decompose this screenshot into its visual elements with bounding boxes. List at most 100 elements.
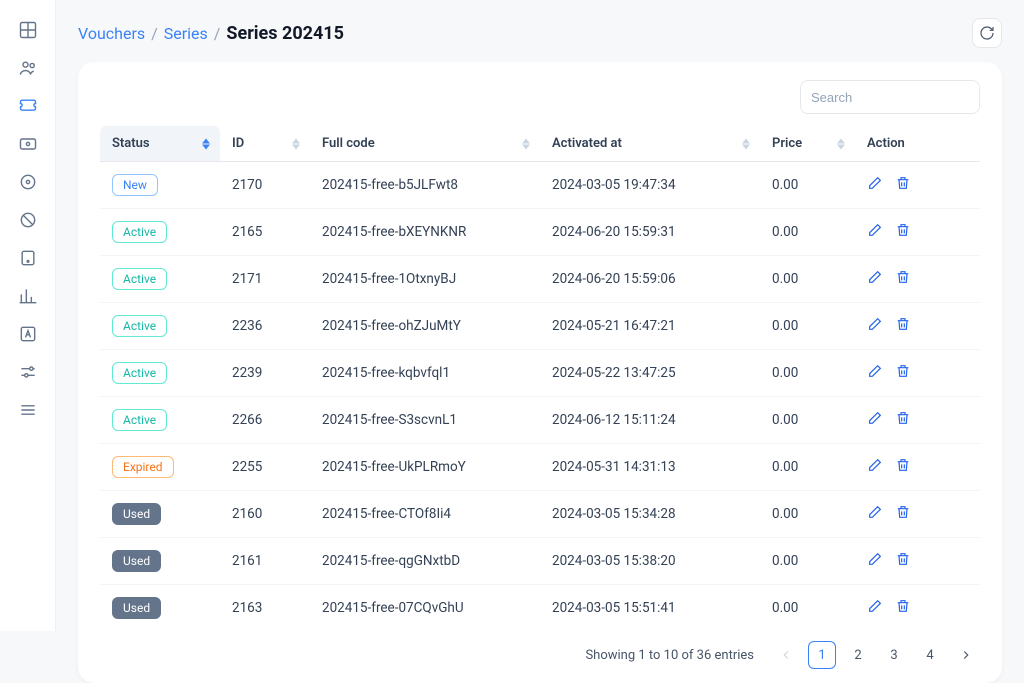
col-activated[interactable]: Activated at — [540, 126, 760, 162]
device-icon[interactable] — [18, 248, 38, 268]
ticket-icon[interactable] — [18, 96, 38, 116]
cell-code: 202415-free-kqbvfql1 — [310, 350, 540, 397]
trash-icon — [895, 222, 911, 242]
page-1[interactable]: 1 — [808, 641, 836, 669]
breadcrumb-mid[interactable]: Series — [164, 24, 208, 43]
chevron-right-icon — [959, 648, 973, 662]
table-row: Used2163202415-free-07CQvGhU2024-03-05 1… — [100, 585, 980, 632]
trash-icon — [895, 551, 911, 571]
pencil-icon — [867, 410, 883, 430]
pencil-icon — [867, 316, 883, 336]
status-badge: Used — [112, 597, 161, 619]
col-action: Action — [855, 126, 980, 162]
cell-activated: 2024-06-20 15:59:31 — [540, 209, 760, 256]
pencil-icon — [867, 175, 883, 195]
sort-icon — [837, 138, 845, 149]
status-badge: Active — [112, 221, 167, 243]
page-3[interactable]: 3 — [880, 641, 908, 669]
menu-icon[interactable] — [18, 400, 38, 420]
entries-summary: Showing 1 to 10 of 36 entries — [585, 648, 754, 663]
status-badge: Active — [112, 409, 167, 431]
col-status[interactable]: Status — [100, 126, 220, 162]
edit-button[interactable] — [867, 222, 883, 242]
delete-button[interactable] — [895, 222, 911, 242]
cell-activated: 2024-06-12 15:11:24 — [540, 397, 760, 444]
edit-button[interactable] — [867, 269, 883, 289]
table-row: Active2236202415-free-ohZJuMtY2024-05-21… — [100, 303, 980, 350]
cell-id: 2170 — [220, 162, 310, 209]
table-row: Used2161202415-free-qgGNxtbD2024-03-05 1… — [100, 538, 980, 585]
edit-button[interactable] — [867, 504, 883, 524]
cell-price: 0.00 — [760, 444, 855, 491]
cell-price: 0.00 — [760, 209, 855, 256]
delete-button[interactable] — [895, 269, 911, 289]
block-icon[interactable] — [18, 210, 38, 230]
cell-id: 2239 — [220, 350, 310, 397]
col-action-label: Action — [867, 136, 905, 151]
status-badge: Active — [112, 362, 167, 384]
cell-activated: 2024-03-05 15:38:20 — [540, 538, 760, 585]
breadcrumb-root[interactable]: Vouchers — [78, 24, 145, 43]
trash-icon — [895, 457, 911, 477]
payment-icon[interactable] — [18, 134, 38, 154]
cell-code: 202415-free-S3scvnL1 — [310, 397, 540, 444]
page-4[interactable]: 4 — [916, 641, 944, 669]
cell-activated: 2024-03-05 15:51:41 — [540, 585, 760, 632]
breadcrumb-sep: / — [214, 24, 221, 43]
page-next[interactable] — [952, 641, 980, 669]
edit-button[interactable] — [867, 598, 883, 618]
page-prev[interactable] — [772, 641, 800, 669]
cell-id: 2255 — [220, 444, 310, 491]
delete-button[interactable] — [895, 410, 911, 430]
table-footer: Showing 1 to 10 of 36 entries 1234 — [100, 631, 980, 669]
location-icon[interactable] — [18, 172, 38, 192]
pencil-icon — [867, 504, 883, 524]
cell-code: 202415-free-07CQvGhU — [310, 585, 540, 632]
cell-activated: 2024-06-20 15:59:06 — [540, 256, 760, 303]
dashboard-icon[interactable] — [18, 20, 38, 40]
edit-button[interactable] — [867, 410, 883, 430]
refresh-button[interactable] — [972, 18, 1002, 48]
col-price[interactable]: Price — [760, 126, 855, 162]
table-row: Active 2266202415-free-S3scvnL12024-06-12… — [100, 397, 980, 444]
edit-button[interactable] — [867, 175, 883, 195]
delete-button[interactable] — [895, 551, 911, 571]
cell-price: 0.00 — [760, 256, 855, 303]
page-2[interactable]: 2 — [844, 641, 872, 669]
delete-button[interactable] — [895, 363, 911, 383]
cell-code: 202415-free-ohZJuMtY — [310, 303, 540, 350]
users-icon[interactable] — [18, 58, 38, 78]
sort-icon — [202, 138, 210, 149]
cell-code: 202415-free-UkPLRmoY — [310, 444, 540, 491]
cell-code: 202415-free-b5JLFwt8 — [310, 162, 540, 209]
delete-button[interactable] — [895, 457, 911, 477]
col-code[interactable]: Full code — [310, 126, 540, 162]
delete-button[interactable] — [895, 175, 911, 195]
table-row: Active2171202415-free-1OtxnyBJ2024-06-20… — [100, 256, 980, 303]
pager: 1234 — [772, 641, 980, 669]
pencil-icon — [867, 363, 883, 383]
search-input[interactable] — [801, 81, 980, 113]
cell-id: 2266 — [220, 397, 310, 444]
cell-activated: 2024-03-05 15:34:28 — [540, 491, 760, 538]
cell-id: 2161 — [220, 538, 310, 585]
sort-icon — [522, 138, 530, 149]
delete-button[interactable] — [895, 316, 911, 336]
cell-code: 202415-free-CTOf8Ii4 — [310, 491, 540, 538]
table-row: Used2160202415-free-CTOf8Ii42024-03-05 1… — [100, 491, 980, 538]
edit-button[interactable] — [867, 316, 883, 336]
font-icon[interactable] — [18, 324, 38, 344]
sliders-icon[interactable] — [18, 362, 38, 382]
table-card: Status ID Full code Activated at — [78, 62, 1002, 683]
topbar: Vouchers / Series / Series 202415 — [78, 18, 1002, 48]
edit-button[interactable] — [867, 363, 883, 383]
chart-icon[interactable] — [18, 286, 38, 306]
cell-price: 0.00 — [760, 162, 855, 209]
voucher-table: Status ID Full code Activated at — [100, 126, 980, 631]
delete-button[interactable] — [895, 598, 911, 618]
delete-button[interactable] — [895, 504, 911, 524]
col-id[interactable]: ID — [220, 126, 310, 162]
sort-icon — [742, 138, 750, 149]
edit-button[interactable] — [867, 551, 883, 571]
edit-button[interactable] — [867, 457, 883, 477]
